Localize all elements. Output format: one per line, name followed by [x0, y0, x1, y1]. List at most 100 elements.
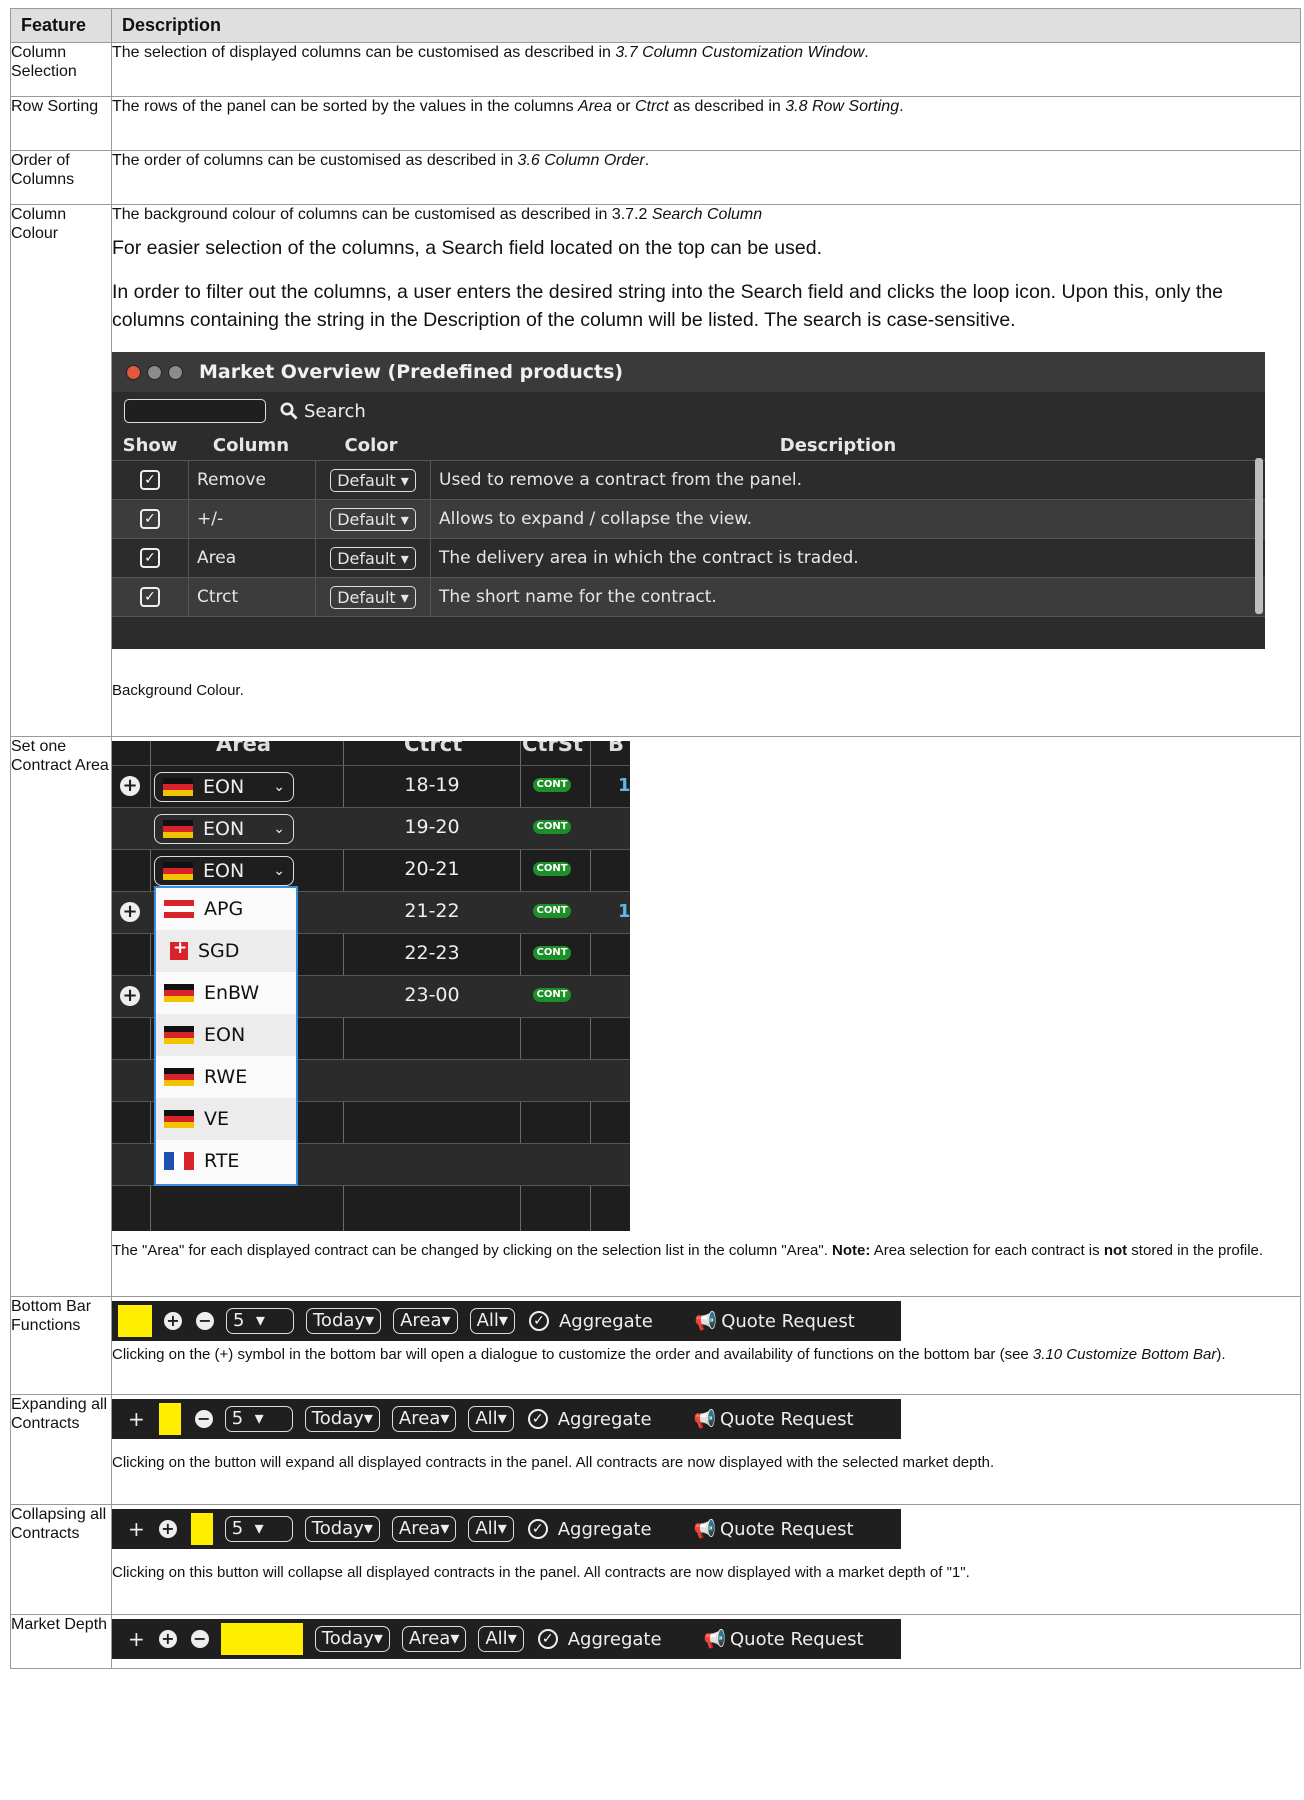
desc-text: The selection of displayed columns can b…	[112, 44, 616, 61]
dropdown-option[interactable]: VE	[156, 1098, 296, 1140]
collapse-all-icon[interactable]: −	[194, 1410, 213, 1428]
expand-icon[interactable]: +	[120, 986, 140, 1006]
aggregate-label: Aggregate	[567, 1628, 662, 1650]
depth-value: 5	[231, 1408, 244, 1429]
description-cell: The selection of displayed columns can b…	[111, 42, 1301, 97]
collapse-all-icon[interactable]: −	[196, 1312, 214, 1330]
caption-ref: 3.10 Customize Bottom Bar	[1032, 1346, 1217, 1363]
expand-icon[interactable]: +	[120, 776, 140, 796]
area-dropdown-list: APG SGD EnBW EON RWE VE RTE	[154, 886, 298, 1186]
area-select[interactable]: Area▾	[391, 1516, 457, 1542]
desc-ref: 3.8 Row Sorting	[785, 98, 900, 115]
window-header-row: Show Column Color Description	[112, 430, 1265, 461]
show-checkbox[interactable]: ✓	[140, 509, 160, 529]
dropdown-option[interactable]: EON	[156, 1014, 296, 1056]
plus-symbol[interactable]: +	[128, 1409, 145, 1429]
area-select[interactable]: EON ⌄	[154, 814, 294, 844]
maximize-icon[interactable]	[168, 364, 183, 380]
search-input[interactable]	[124, 399, 266, 423]
window-title: Market Overview (Predefined products)	[199, 360, 624, 383]
depth-select[interactable]: 5 ▾	[224, 1516, 293, 1542]
show-checkbox[interactable]: ✓	[140, 587, 160, 607]
desc-text: or	[611, 98, 635, 115]
empty-row	[112, 1185, 630, 1228]
plus-symbol[interactable]: +	[128, 1629, 145, 1649]
header-area: Area	[216, 741, 272, 756]
depth-select[interactable]: 5 ▾	[226, 1308, 294, 1334]
today-select[interactable]: Today▾	[304, 1406, 380, 1432]
feature-cell: Column Colour	[10, 204, 112, 737]
area-value: Area	[400, 1310, 442, 1331]
status-badge: CONT	[533, 904, 571, 918]
window-titlebar: Market Overview (Predefined products)	[112, 352, 1265, 392]
scrollbar[interactable]	[1255, 458, 1263, 614]
dropdown-option[interactable]: SGD	[156, 930, 296, 972]
description-cell: The background colour of columns can be …	[111, 204, 1301, 737]
search-button[interactable]: Search	[280, 402, 366, 421]
minimize-icon[interactable]	[147, 364, 162, 380]
today-select[interactable]: Today▾	[306, 1308, 382, 1334]
dropdown-option[interactable]: RWE	[156, 1056, 296, 1098]
description-cell: + − 5 ▾ Today▾ Area▾ All▾ ✓ Aggregate 📢 …	[111, 1296, 1301, 1395]
aggregate-label: Aggregate	[558, 1310, 653, 1332]
expand-icon[interactable]: +	[120, 902, 140, 922]
highlight-marker	[118, 1305, 152, 1337]
all-select[interactable]: All▾	[469, 1308, 515, 1334]
ctrct-value: 18-19	[404, 774, 460, 796]
caption-text: Area selection for each contract is	[870, 1242, 1104, 1259]
color-select[interactable]: Default ▾	[330, 585, 416, 609]
desc-text: .	[899, 98, 904, 115]
caption: Clicking on the (+) symbol in the bottom…	[112, 1345, 1300, 1364]
depth-select[interactable]: 5 ▾	[224, 1406, 293, 1432]
aggregate-checkbox[interactable]: ✓	[527, 1409, 548, 1429]
today-value: Today	[311, 1408, 364, 1429]
feature-cell: Row Sorting	[10, 96, 112, 151]
ctrct-value: 21-22	[404, 900, 460, 922]
table-row: Column Colour The background colour of c…	[10, 204, 1301, 737]
aggregate-checkbox[interactable]: ✓	[527, 1519, 548, 1539]
all-select[interactable]: All▾	[468, 1406, 514, 1432]
expand-all-icon[interactable]: +	[164, 1312, 182, 1330]
quote-request-button[interactable]: Quote Request	[721, 1312, 855, 1331]
dropdown-option[interactable]: APG	[156, 888, 296, 930]
all-value: All	[475, 1518, 498, 1539]
aggregate-checkbox[interactable]: ✓	[528, 1311, 549, 1331]
area-select[interactable]: Area▾	[393, 1308, 458, 1334]
table-row: Column Selection The selection of displa…	[10, 42, 1301, 97]
area-value: Area	[408, 1628, 451, 1649]
area-select[interactable]: Area▾	[391, 1406, 457, 1432]
expand-all-icon[interactable]: +	[158, 1630, 177, 1648]
aggregate-checkbox[interactable]: ✓	[537, 1629, 558, 1649]
color-select[interactable]: Default ▾	[330, 507, 416, 531]
today-select[interactable]: Today▾	[314, 1626, 390, 1652]
collapse-all-icon[interactable]: −	[190, 1630, 209, 1648]
megaphone-icon: 📢	[694, 1310, 718, 1332]
plus-symbol[interactable]: +	[128, 1519, 145, 1539]
window-row: ✓ Ctrct Default ▾ The short name for the…	[112, 578, 1265, 617]
expand-all-icon[interactable]: +	[158, 1520, 177, 1538]
color-select[interactable]: Default ▾	[330, 468, 416, 492]
germany-flag-icon	[164, 984, 194, 1002]
column-description: Used to remove a contract from the panel…	[439, 469, 803, 490]
paragraph: For easier selection of the columns, a S…	[112, 237, 823, 259]
show-checkbox[interactable]: ✓	[140, 470, 160, 490]
close-icon[interactable]	[126, 364, 141, 380]
dropdown-option[interactable]: RTE	[156, 1140, 296, 1182]
quote-request-button[interactable]: Quote Request	[720, 1520, 854, 1539]
desc-text: as described in	[668, 98, 786, 115]
today-select[interactable]: Today▾	[304, 1516, 380, 1542]
show-checkbox[interactable]: ✓	[140, 548, 160, 568]
area-select[interactable]: Area▾	[401, 1626, 467, 1652]
quote-request-button[interactable]: Quote Request	[730, 1630, 864, 1649]
area-select[interactable]: EON ⌄	[154, 856, 294, 886]
col-header-show: Show	[122, 434, 178, 456]
all-select[interactable]: All▾	[468, 1516, 514, 1542]
column-name: Area	[189, 539, 316, 577]
window-row: ✓ Area Default ▾ The delivery area in wh…	[112, 539, 1265, 578]
area-select[interactable]: EON ⌄	[154, 772, 294, 802]
dropdown-option[interactable]: EnBW	[156, 972, 296, 1014]
note-label: Note:	[832, 1242, 871, 1259]
quote-request-button[interactable]: Quote Request	[720, 1410, 854, 1429]
all-select[interactable]: All▾	[478, 1626, 524, 1652]
color-select[interactable]: Default ▾	[330, 546, 416, 570]
